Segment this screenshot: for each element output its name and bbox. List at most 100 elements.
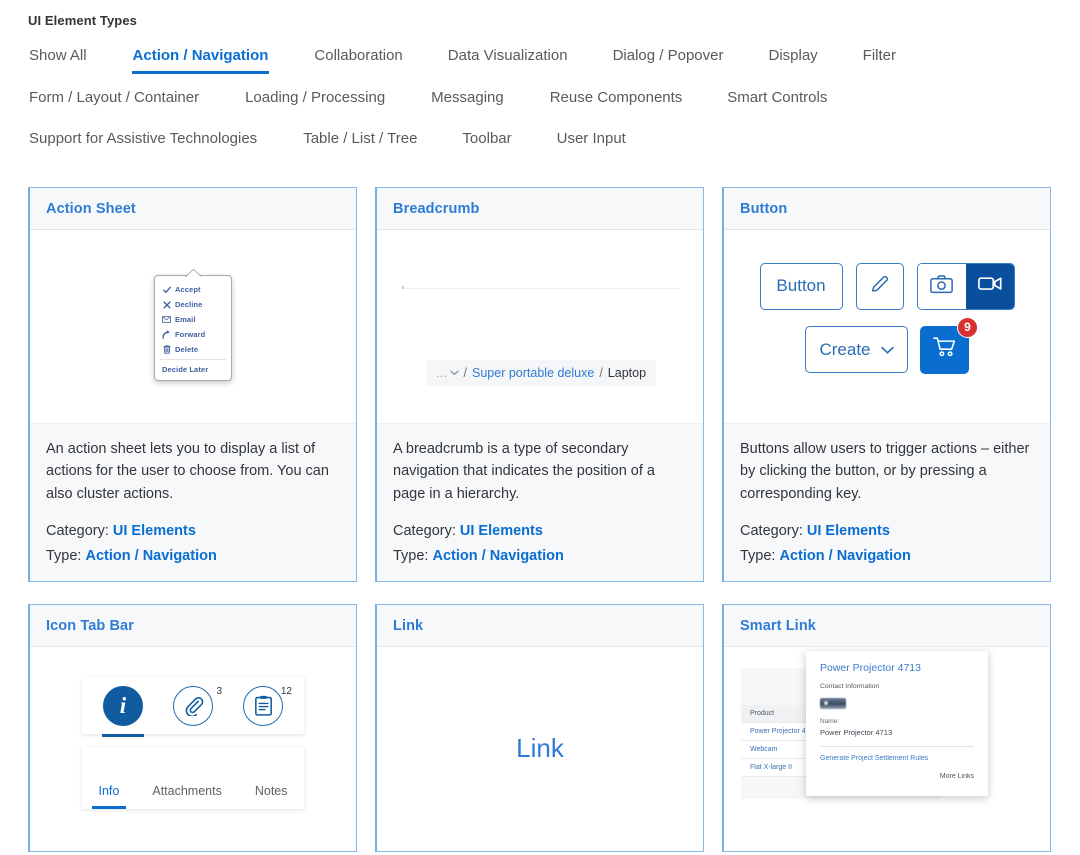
action-sheet-item-label: Email [175,315,196,325]
shopping-cart-icon [932,336,957,363]
category-value[interactable]: UI Elements [460,523,543,539]
type-label: Type: [393,548,429,564]
tab-toolbar[interactable]: Toolbar [453,127,520,151]
envelope-icon [162,316,171,324]
tab-loading-processing[interactable]: Loading / Processing [236,86,394,110]
icon-tab-attachments[interactable]: 3 [158,677,228,734]
filter-tab-bar: Show All Action / Navigation Collaborati… [20,44,1060,159]
popover-arrow-icon [185,269,201,277]
forward-arrow-icon [162,330,171,340]
action-sheet-item-label: Decide Later [162,365,209,375]
filter-tab-row-1: Show All Action / Navigation Collaborati… [20,44,1060,76]
video-camera-icon [977,275,1002,297]
segmented-button-group [916,262,1015,310]
tab-display[interactable]: Display [759,44,826,68]
card-title: Breadcrumb [393,201,480,217]
tab-messaging[interactable]: Messaging [422,86,513,110]
card-category-row: Category: UI Elements [740,519,1034,544]
camera-button[interactable] [917,263,966,309]
card-button[interactable]: Button Button Create 9 Buttons allow use… [722,187,1051,582]
type-value[interactable]: Action / Navigation [86,548,217,564]
action-sheet-item-label: Forward [175,330,206,340]
breadcrumb: ... / Super portable deluxe / Laptop [426,360,657,386]
tab-smart-controls[interactable]: Smart Controls [718,86,836,110]
camera-icon [930,274,953,299]
category-label: Category: [46,523,109,539]
tab-support-assistive-technologies[interactable]: Support for Assistive Technologies [20,127,266,151]
text-tab-info[interactable]: Info [82,784,136,809]
action-sheet-item-decide-later[interactable]: Decide Later [155,362,231,377]
type-value[interactable]: Action / Navigation [780,548,911,564]
more-links-button[interactable]: More Links [820,773,974,780]
create-menu-button[interactable]: Create [805,326,908,374]
breadcrumb-overflow[interactable]: ... [436,366,448,380]
action-sheet-item-forward[interactable]: Forward [155,327,231,342]
type-label: Type: [46,548,82,564]
tab-reuse-components[interactable]: Reuse Components [541,86,692,110]
tab-data-visualization[interactable]: Data Visualization [439,44,577,68]
tab-dialog-popover[interactable]: Dialog / Popover [604,44,733,68]
card-breadcrumb[interactable]: Breadcrumb ... / Super portable deluxe /… [375,187,704,582]
divider [160,359,226,361]
popover-action-link[interactable]: Generate Project Settlement Rules [820,755,974,762]
text-tab-attachments[interactable]: Attachments [136,784,238,809]
chevron-down-icon[interactable] [449,368,459,379]
tab-user-input[interactable]: User Input [548,127,635,151]
card-visual-button: Button Create 9 [724,230,1050,423]
category-value[interactable]: UI Elements [807,523,890,539]
category-label: Category: [393,523,456,539]
video-button[interactable] [965,263,1014,309]
icon-tab-notes[interactable]: 12 [228,677,298,734]
card-footer: A breadcrumb is a type of secondary navi… [377,422,703,581]
card-action-sheet[interactable]: Action Sheet Accept Decline Email Forwar… [28,187,357,582]
breadcrumb-separator: / [599,366,603,380]
tab-action-navigation[interactable]: Action / Navigation [124,44,278,74]
action-sheet-item-decline[interactable]: Decline [155,297,231,312]
tab-collaboration[interactable]: Collaboration [305,44,411,68]
category-value[interactable]: UI Elements [113,523,196,539]
card-description: An action sheet lets you to display a li… [46,440,329,502]
card-header: Button [724,188,1050,230]
clipboard-icon [243,685,283,726]
card-header: Smart Link [724,605,1050,647]
card-link[interactable]: Link Link [375,604,704,852]
tab-show-all[interactable]: Show All [20,44,96,68]
tab-form-layout-container[interactable]: Form / Layout / Container [20,86,208,110]
button-row-2: Create 9 [805,316,978,374]
card-visual-link: Link [377,647,703,851]
action-sheet-item-label: Accept [175,285,201,295]
icon-tab-info[interactable]: i [88,677,158,737]
sample-link[interactable]: Link [516,733,564,764]
tab-filter[interactable]: Filter [854,44,905,68]
selection-indicator [102,734,144,737]
card-grid: Action Sheet Accept Decline Email Forwar… [28,187,1052,852]
breadcrumb-link[interactable]: Super portable deluxe [472,366,594,380]
type-value[interactable]: Action / Navigation [433,548,564,564]
name-value: Power Projector 4713 [820,728,893,737]
cart-button[interactable]: 9 [920,316,978,374]
action-sheet-item-accept[interactable]: Accept [155,282,231,297]
action-sheet-item-delete[interactable]: Delete [155,342,231,357]
card-title: Smart Link [740,618,816,634]
cart-badge-count: 9 [957,316,978,338]
popover-subtitle: Contact Information [820,683,880,690]
card-title: Button [740,201,788,217]
text-tab-notes[interactable]: Notes [238,784,304,809]
info-icon: i [103,685,143,726]
card-category-row: Category: UI Elements [46,519,340,544]
smart-link-popover: Power Projector 4713 Contact Information… [806,651,988,796]
action-sheet-item-email[interactable]: Email [155,312,231,327]
card-description: Buttons allow users to trigger actions –… [740,440,1030,502]
card-icon-tab-bar[interactable]: Icon Tab Bar i 3 12 Info Attachments Not… [28,604,357,852]
popover-title[interactable]: Power Projector 4713 [820,662,974,674]
edit-button[interactable] [855,262,904,310]
text-tab-bar: Info Attachments Notes [82,747,304,809]
tab-table-list-tree[interactable]: Table / List / Tree [294,127,426,151]
card-description: A breadcrumb is a type of secondary navi… [393,440,655,502]
paperclip-icon [173,685,213,726]
check-icon [162,286,171,294]
card-smart-link[interactable]: Smart Link Product Power Projector 4713 … [722,604,1051,852]
sample-button[interactable]: Button [759,262,843,310]
pencil-icon [869,273,891,300]
filter-tab-row-3: Support for Assistive Technologies Table… [20,127,1060,159]
